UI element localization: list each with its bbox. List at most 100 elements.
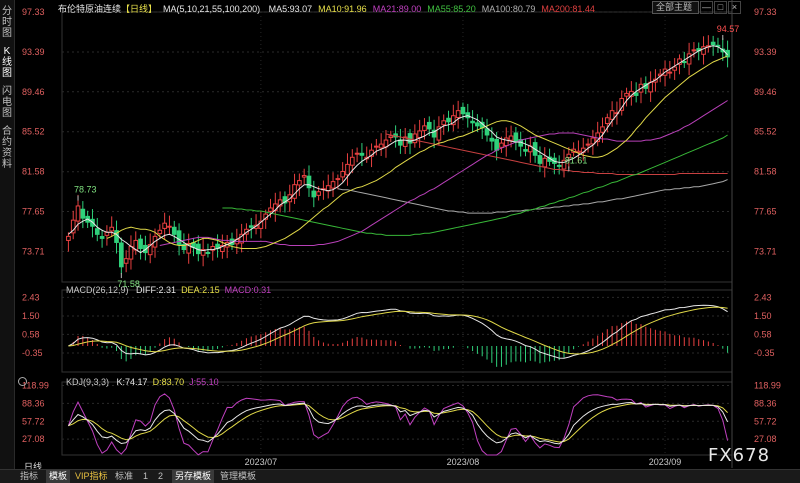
candle-body — [489, 137, 495, 142]
candle-body — [349, 156, 355, 166]
candle-body — [171, 226, 177, 235]
candle-body — [422, 125, 427, 131]
macd-tick-left: -0.35 — [22, 348, 43, 358]
candle-body — [354, 152, 360, 155]
bottom-tab-2[interactable]: VIP指标 — [75, 470, 108, 483]
watermark: FX678 — [708, 445, 771, 466]
y-tick-right: 97.33 — [754, 7, 777, 17]
candle-body — [119, 242, 124, 268]
candle-body — [157, 229, 163, 235]
candle-body — [503, 137, 509, 147]
bottom-toolbar: 指标 模板 VIP指标 标准 1 2 另存模板 管理模板 — [0, 469, 800, 483]
candle-body — [412, 133, 418, 144]
bottom-tab-7[interactable]: 管理模板 — [220, 470, 256, 483]
candle-body — [672, 66, 677, 71]
macd-tick-left: 2.43 — [22, 292, 40, 302]
bottom-tab-1[interactable]: 模板 — [46, 470, 71, 483]
macd-tick-right: 1.50 — [754, 311, 772, 321]
candle-body — [378, 143, 384, 149]
candle-body — [330, 181, 336, 189]
candle-body — [590, 137, 596, 145]
candle-body — [268, 207, 273, 212]
candle-body — [94, 228, 100, 235]
bottom-tab-3[interactable]: 标准 — [115, 470, 133, 483]
candle-body — [556, 164, 562, 167]
candle-body — [537, 155, 543, 164]
candle-body — [248, 225, 254, 228]
candle-body — [167, 225, 172, 228]
candle-body — [455, 110, 461, 119]
candle-body — [523, 149, 528, 152]
candle-body — [604, 117, 610, 125]
candle-body — [359, 152, 365, 156]
macd-label-2: MACD:0.31 — [224, 285, 272, 295]
ma-value-4: MA100:80.79 — [481, 4, 536, 14]
candle-body — [374, 145, 379, 148]
dea-line — [68, 306, 728, 355]
y-tick-right: 93.39 — [754, 47, 777, 57]
y-tick-right: 85.52 — [754, 127, 777, 137]
candle-body — [648, 81, 653, 93]
maximize-button[interactable]: □ — [714, 1, 727, 14]
kdj-tick-right: 88.36 — [754, 398, 777, 408]
x-tick: 2023/08 — [447, 457, 480, 467]
candle-body — [162, 222, 167, 229]
minimize-button[interactable]: — — [700, 1, 713, 14]
candle-body — [475, 122, 480, 127]
bottom-tab-5[interactable]: 2 — [158, 470, 163, 483]
candle-body — [426, 121, 432, 130]
x-tick: 2023/09 — [649, 457, 682, 467]
candle-body — [499, 142, 504, 148]
ma-label: MA(5,10,21,55,100,200) — [163, 4, 261, 14]
candle-body — [686, 53, 692, 65]
candle-body — [441, 120, 447, 126]
candles — [66, 35, 730, 275]
settings-circle-icon[interactable] — [18, 377, 27, 386]
candle-body — [80, 208, 86, 219]
candle-body — [301, 175, 307, 178]
macd-tick-right: 0.58 — [754, 329, 772, 339]
candle-body — [340, 170, 345, 178]
candle-body — [446, 117, 451, 123]
y-tick-right: 89.46 — [754, 87, 777, 97]
candle-body — [710, 41, 716, 46]
y-tick-left: 73.71 — [22, 246, 45, 256]
y-tick-right: 77.65 — [754, 207, 777, 217]
candle-body — [311, 190, 317, 198]
kdj-label-1: D:83.70 — [152, 377, 185, 387]
candle-body — [75, 205, 81, 222]
macd-label-1: DEA:2.15 — [181, 285, 220, 295]
x-tick: 2023/07 — [245, 457, 278, 467]
ma10-line — [106, 55, 728, 249]
bottom-tab-6[interactable]: 另存模板 — [172, 470, 215, 483]
ma5-line — [68, 45, 728, 254]
price-annotation: 94.57 — [717, 24, 740, 34]
bottom-tab-0[interactable]: 指标 — [20, 470, 38, 483]
macd-histogram — [72, 321, 729, 367]
chart-canvas[interactable]: 97.33 97.33 93.39 93.39 89.46 89.46 85.52 85.52… — [0, 0, 800, 482]
candle-body — [494, 138, 499, 151]
y-tick-left: 93.39 — [22, 47, 45, 57]
candle-body — [484, 128, 490, 136]
kdj-tick-right: 57.72 — [754, 416, 777, 426]
candle-body — [176, 230, 182, 245]
price-annotation: 78.73 — [74, 185, 97, 195]
kdj-label-0: K:74.17 — [116, 377, 148, 387]
macd-title: MACD(26,12,9) — [66, 285, 129, 295]
macd-tick-right: -0.35 — [754, 348, 775, 358]
kdj-tick-left: 57.72 — [22, 416, 45, 426]
theme-dropdown[interactable]: 全部主题 — [652, 1, 699, 14]
candle-body — [417, 130, 422, 139]
close-button[interactable]: × — [728, 1, 741, 14]
candle-body — [508, 135, 514, 141]
candle-body — [292, 184, 297, 199]
candle-body — [138, 238, 143, 250]
y-tick-right: 73.71 — [754, 246, 777, 256]
y-tick-left: 77.65 — [22, 207, 45, 217]
bottom-tab-4[interactable]: 1 — [143, 470, 148, 483]
candle-body — [99, 236, 105, 239]
candle-body — [691, 49, 697, 52]
macd-values: DIFF:2.31 DEA:2.15 MACD:0.31 — [136, 285, 276, 295]
panel-frame-2 — [61, 381, 733, 456]
candle-body — [123, 258, 129, 264]
